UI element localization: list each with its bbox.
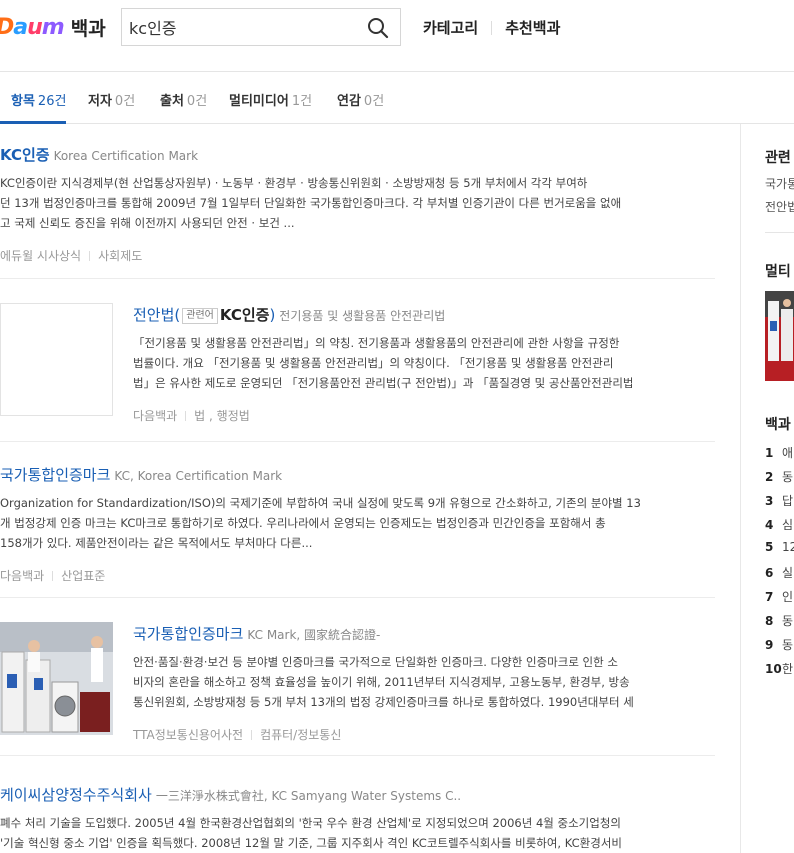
nav-recommended[interactable]: 추천백과 [505,17,560,38]
result-source[interactable]: 다음백과 [0,569,44,583]
result-meta: TTA정보통신용어사전 컴퓨터/정보통신 [133,726,703,743]
result-desc-line: 폐수 처리 기술을 도입했다. 2005년 4월 한국환경산업협회의 '한국 우… [0,816,621,830]
related-item[interactable]: 국가통 [765,175,794,192]
nav-separator [491,20,493,35]
nav-category[interactable]: 카테고리 [423,17,478,38]
result-category[interactable]: 컴퓨터/정보통신 [260,728,341,742]
appliance-photo-image [0,622,113,735]
result-title-link[interactable]: 케이씨삼양정수주식회사 [0,786,152,804]
result-desc-line: 고 국제 신뢰도 증진을 위해 이전까지 사용되던 안전 · 보건 ... [0,216,295,230]
sidebar-separator [765,232,794,233]
result-subtitle: KC, Korea Certification Mark [114,469,283,483]
result-description: 안전·품질·환경·보건 등 분야별 인증마크를 국가적으로 단일화한 인증마크.… [133,652,703,712]
result-source[interactable]: TTA정보통신용어사전 [133,728,243,742]
result-title-link[interactable]: 국가통합인증마크 [0,466,110,484]
related-keyword: KC인증 [219,306,270,324]
header: Daum 백과 카테고리 추천백과 [0,0,794,72]
top-nav: 카테고리 추천백과 [423,17,560,38]
result-title-line: 국가통합인증마크 KC, Korea Certification Mark [0,464,715,485]
result-desc-line: Organization for Standardization/ISO)의 국… [0,496,641,510]
result-desc-line: 통신위원회, 소방방재청 등 5개 부처 13개의 법정 강제인증마크를 하나로… [133,695,634,709]
result-description: 폐수 처리 기술을 도입했다. 2005년 4월 한국환경산업협회의 '한국 우… [0,813,715,853]
result-title-link[interactable]: KC인증 [0,146,50,164]
result-description: Organization for Standardization/ISO)의 국… [0,493,715,553]
result-desc-line: 개 법정강제 인증 마크는 KC마크로 통합하기로 하였다. 우리나라에서 운영… [0,516,606,530]
result-category[interactable]: 산업표준 [61,569,105,583]
result-item: 국가통합인증마크 KC Mark, 國家統合認證- 안전·품질·환경·보건 등 분… [0,598,715,756]
ranking-item[interactable]: 3답 [765,492,793,509]
related-item[interactable]: 전안법 [765,198,794,215]
result-title-link[interactable]: 전안법 [133,306,174,324]
multimedia-heading: 멀티 [765,264,791,280]
result-tabs: 항목 26건 저자 0건 출처 0건 멀티미디어 1건 연감 0건 [0,72,794,124]
result-desc-line: 던 13개 법정인증마크를 통합해 2009년 7월 1일부터 단일화한 국가통… [0,196,622,210]
tab-multimedia[interactable]: 멀티미디어 1건 [229,90,312,109]
result-subtitle: 一三洋淨水株式會社, KC Samyang Water Systems C.. [155,789,462,803]
search-button[interactable] [366,16,390,40]
result-subtitle: 전기용품 및 생활용품 안전관리법 [279,309,446,323]
result-title-line: KC인증 Korea Certification Mark [0,144,715,165]
result-subtitle: Korea Certification Mark [53,149,199,163]
ranking-item[interactable]: 7인 [765,588,793,605]
result-subtitle: KC Mark, 國家統合認證- [247,628,381,642]
ranking-item[interactable]: 6실 [765,564,793,581]
result-desc-line: 158개가 있다. 제품안전이라는 같은 목적에서도 부처마다 다른... [0,536,313,550]
search-results: KC인증 Korea Certification Mark KC인증이란 지식경제… [0,124,740,853]
result-source[interactable]: 에듀윌 시사상식 [0,249,81,263]
result-item: KC인증 Korea Certification Mark KC인증이란 지식경제… [0,124,715,279]
result-meta: 다음백과 법 , 행정법 [133,407,703,424]
meta-separator [89,251,91,261]
result-title-link[interactable]: 국가통합인증마크 [133,625,243,643]
daum-logo[interactable]: Daum 백과 [0,13,106,41]
result-desc-line: 법」은 유사한 제도로 운영되던 「전기용품안전 관리법(구 전안법)」과 「품… [133,376,634,390]
tab-items[interactable]: 항목 26건 [11,90,66,109]
result-desc-line: 비자의 혼란을 해소하고 정책 효율성을 높이기 위해, 2011년부터 지식경… [133,675,630,689]
result-source[interactable]: 다음백과 [133,409,177,423]
result-desc-line: '기술 혁신형 중소 기업' 인증을 획득했다. 2008년 12월 말 기준,… [0,836,623,850]
result-thumbnail[interactable] [0,622,113,735]
result-desc-line: 「전기용품 및 생활용품 안전관리법」의 약칭. 전기용품과 생활용품의 안전관… [133,336,620,350]
result-description: KC인증이란 지식경제부(현 산업통상자원부) · 노동부 · 환경부 · 방송… [0,173,715,233]
ranking-item[interactable]: 9동 [765,636,793,653]
search-box [121,8,401,46]
ranking-item[interactable]: 1애 [765,444,793,461]
result-title-line: 케이씨삼양정수주식회사 一三洋淨水株式會社, KC Samyang Water S… [0,784,715,805]
result-title-line: 전안법(관련어 KC인증) 전기용품 및 생활용품 안전관리법 [133,306,446,324]
result-thumbnail[interactable] [0,303,113,416]
result-meta: 다음백과 산업표준 [0,567,715,584]
result-desc-line: KC인증이란 지식경제부(현 산업통상자원부) · 노동부 · 환경부 · 방송… [0,176,588,190]
logo-text: 백과 [70,17,106,40]
related-tag: 관련어 [182,308,218,324]
result-item: 전안법(관련어 KC인증) 전기용품 및 생활용품 안전관리법 「전기용품 및 생활… [0,279,715,442]
search-input[interactable] [129,15,359,39]
result-category[interactable]: 법 , 행정법 [194,409,250,423]
tab-authors[interactable]: 저자 0건 [88,90,135,109]
related-heading: 관련 [765,150,791,166]
result-description: 「전기용품 및 생활용품 안전관리법」의 약칭. 전기용품과 생활용품의 안전관… [133,333,703,393]
result-desc-line: 법률이다. 개요 「전기용품 및 생활용품 안전관리법」의 약칭이다. 「전기용… [133,356,614,370]
ranking-item[interactable]: 8동 [765,612,793,629]
ranking-item[interactable]: 10한 [765,660,793,677]
daum-logo-mark: Daum [0,14,65,40]
meta-separator [52,571,54,581]
tab-yearbook[interactable]: 연감 0건 [337,90,384,109]
result-meta: 에듀윌 시사상식 사회제도 [0,247,715,264]
result-item: 케이씨삼양정수주식회사 一三洋淨水株式會社, KC Samyang Water S… [0,756,715,853]
ranking-item[interactable]: 4심 [765,516,793,533]
meta-separator [185,411,187,421]
multimedia-photo-image [765,291,794,381]
multimedia-thumbnail[interactable] [765,291,794,381]
meta-separator [251,730,253,740]
search-icon [368,18,389,39]
result-category[interactable]: 사회제도 [98,249,142,263]
result-title-line: 국가통합인증마크 KC Mark, 國家統合認證- [133,623,703,644]
result-item: 국가통합인증마크 KC, Korea Certification Mark Org… [0,442,715,598]
ranking-heading: 백과 [765,417,791,433]
sidebar: 관련 국가통 전안법 멀티 백과 1애 2동 3답 4심 5 12 6실 7인 8… [741,124,794,853]
tab-sources[interactable]: 출처 0건 [160,90,207,109]
ranking-item[interactable]: 5 12 [765,540,794,554]
ranking-item[interactable]: 2동 [765,468,793,485]
result-desc-line: 안전·품질·환경·보건 등 분야별 인증마크를 국가적으로 단일화한 인증마크.… [133,655,618,669]
